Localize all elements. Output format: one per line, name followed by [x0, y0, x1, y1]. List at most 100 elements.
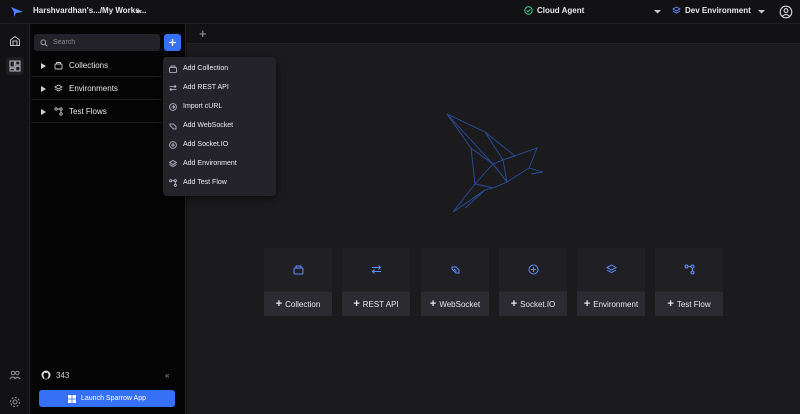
- caret-right-icon[interactable]: [41, 108, 46, 115]
- quick-action-websocket[interactable]: + WebSocket: [421, 248, 489, 316]
- flow-icon: [169, 178, 177, 187]
- quick-action-label: Socket.IO: [520, 299, 556, 309]
- menu-item-add-websocket[interactable]: Add WebSocket: [163, 116, 276, 135]
- rail-team-button[interactable]: [6, 366, 24, 384]
- quick-action-icon-area[interactable]: [421, 248, 489, 291]
- workspace-title[interactable]: Harshvardhan's.../My Works...: [33, 6, 146, 15]
- quick-action-button[interactable]: + REST API: [342, 292, 410, 316]
- quick-action-rest-api[interactable]: + REST API: [342, 248, 410, 316]
- menu-item-add-socketio[interactable]: Add Socket.IO: [163, 135, 276, 154]
- menu-item-add-environment[interactable]: Add Environment: [163, 154, 276, 173]
- plug-icon: [169, 123, 177, 129]
- rail-home-button[interactable]: [6, 32, 24, 50]
- new-tab-button[interactable]: +: [199, 26, 207, 41]
- team-icon: [9, 370, 21, 380]
- quick-action-button[interactable]: + WebSocket: [421, 292, 489, 316]
- collections-grid-icon: [9, 60, 21, 72]
- agent-label: Cloud Agent: [537, 6, 585, 15]
- plus-icon: [169, 39, 176, 46]
- tree-item-label: Collections: [69, 61, 109, 70]
- quick-action-icon-area[interactable]: [499, 248, 567, 291]
- plus-icon: +: [429, 298, 437, 310]
- quick-action-test-flow[interactable]: + Test Flow: [655, 248, 723, 316]
- plus-icon: +: [275, 298, 283, 310]
- chevron-down-icon[interactable]: [134, 7, 143, 16]
- quick-action-button[interactable]: + Collection: [264, 292, 332, 316]
- layers-icon: [54, 84, 63, 92]
- import-icon: [169, 102, 177, 111]
- github-stars-count: 343: [56, 370, 70, 380]
- settings-icon: [10, 397, 20, 407]
- windows-icon: [68, 394, 76, 403]
- layers-icon: [672, 6, 681, 14]
- quick-action-socketio[interactable]: + Socket.IO: [499, 248, 567, 316]
- quick-action-label: Collection: [285, 299, 321, 309]
- search-box[interactable]: [34, 34, 160, 51]
- rail-collections-button[interactable]: [6, 57, 24, 75]
- check-circle-icon: [524, 6, 533, 15]
- swap-arrows-icon: [169, 84, 177, 91]
- launch-app-label: Launch Sparrow App: [81, 395, 146, 402]
- tree-item-label: Environments: [69, 84, 118, 93]
- menu-item-import-curl[interactable]: Import cURL: [163, 97, 276, 116]
- chevron-down-icon[interactable]: [653, 7, 662, 16]
- quick-action-icon-area[interactable]: [655, 248, 723, 291]
- tab-strip: +: [187, 24, 800, 44]
- quick-action-button[interactable]: + Environment: [577, 292, 645, 316]
- chevron-down-icon[interactable]: [757, 7, 766, 16]
- add-button[interactable]: [164, 34, 181, 51]
- quick-action-icon-area[interactable]: [577, 248, 645, 291]
- tree-item-label: Test Flows: [69, 107, 107, 116]
- menu-item-label: Add Collection: [183, 65, 229, 72]
- flow-icon: [684, 264, 694, 275]
- agent-selector[interactable]: Cloud Agent: [524, 6, 584, 15]
- quick-action-button[interactable]: + Test Flow: [655, 292, 723, 316]
- search-icon: [40, 38, 48, 47]
- plus-icon: +: [510, 298, 518, 310]
- caret-right-icon[interactable]: [41, 85, 46, 92]
- socketio-icon: [528, 264, 538, 275]
- quick-action-label: Environment: [593, 299, 639, 309]
- quick-action-button[interactable]: + Socket.IO: [499, 292, 567, 316]
- search-input[interactable]: [53, 39, 153, 46]
- flow-icon: [54, 107, 63, 116]
- quick-action-icon-area[interactable]: [342, 248, 410, 291]
- menu-item-label: Add REST API: [183, 84, 229, 91]
- home-icon: [10, 35, 20, 46]
- launch-app-button[interactable]: Launch Sparrow App: [39, 390, 175, 407]
- add-menu: Add Collection Add REST API Import cURL …: [163, 57, 276, 196]
- sparrow-bird-illustration: [446, 113, 544, 213]
- layers-icon: [605, 264, 617, 274]
- swap-arrows-icon: [371, 265, 381, 274]
- menu-item-label: Add WebSocket: [183, 122, 234, 129]
- rail-settings-button[interactable]: [6, 393, 24, 411]
- main-area: + + Collection + REST API + WebSocket + …: [187, 24, 800, 414]
- github-stars[interactable]: 343: [41, 370, 69, 380]
- quick-action-label: REST API: [362, 299, 399, 309]
- layers-icon: [169, 159, 177, 167]
- menu-item-label: Add Test Flow: [183, 179, 227, 186]
- collection-icon: [169, 65, 177, 73]
- menu-item-add-collection[interactable]: Add Collection: [163, 59, 276, 78]
- menu-item-add-rest-api[interactable]: Add REST API: [163, 78, 276, 97]
- quick-action-environment[interactable]: + Environment: [577, 248, 645, 316]
- menu-item-label: Add Socket.IO: [183, 141, 229, 148]
- environment-selector[interactable]: Dev Environment: [672, 6, 751, 15]
- collapse-sidebar-button[interactable]: «: [165, 371, 169, 380]
- top-bar: Harshvardhan's.../My Works... Cloud Agen…: [0, 0, 800, 24]
- quick-action-icon-area[interactable]: [264, 248, 332, 291]
- plug-icon: [451, 266, 459, 274]
- menu-item-label: Add Environment: [183, 160, 237, 167]
- caret-right-icon[interactable]: [41, 62, 46, 69]
- plus-icon: +: [583, 298, 591, 310]
- plus-icon: +: [353, 298, 360, 310]
- collection-icon: [293, 265, 303, 275]
- user-avatar-icon[interactable]: [779, 5, 793, 19]
- plus-icon: +: [667, 298, 674, 310]
- menu-item-label: Import cURL: [183, 103, 223, 110]
- sparrow-logo-icon: [11, 7, 23, 17]
- menu-item-add-test-flow[interactable]: Add Test Flow: [163, 173, 276, 192]
- quick-action-collection[interactable]: + Collection: [264, 248, 332, 316]
- github-icon: [41, 370, 51, 380]
- collection-icon: [54, 62, 63, 70]
